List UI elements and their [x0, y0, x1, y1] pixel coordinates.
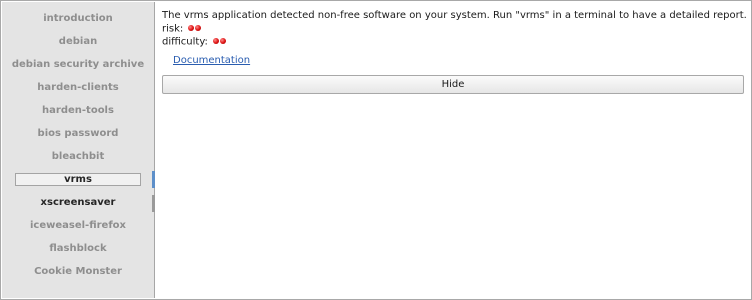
- sidebar-item-label: bios password: [37, 128, 119, 139]
- sidebar-item-label: iceweasel-firefox: [29, 220, 126, 231]
- sidebar-item-label: debian: [58, 36, 98, 47]
- hide-button[interactable]: Hide: [162, 75, 744, 94]
- description-text: The vrms application detected non-free s…: [162, 10, 747, 21]
- sidebar-item-bleachbit[interactable]: bleachbit: [2, 148, 154, 166]
- red-dot-icon: [220, 38, 227, 44]
- sidebar-item-harden-clients[interactable]: harden-clients: [2, 79, 154, 97]
- red-dot-icon: [195, 25, 202, 31]
- sidebar-item-iceweasel-firefox[interactable]: iceweasel-firefox: [2, 217, 154, 235]
- risk-label: risk:: [162, 23, 184, 35]
- difficulty-label: difficulty:: [162, 36, 208, 48]
- sidebar-item-label: bleachbit: [51, 151, 105, 162]
- documentation-link[interactable]: Documentation: [173, 55, 250, 66]
- difficulty-indicator: [213, 35, 227, 48]
- red-dot-icon: [213, 38, 220, 44]
- sidebar-item-vrms[interactable]: vrms: [2, 171, 154, 189]
- sidebar-item-label: xscreensaver: [40, 197, 116, 208]
- sidebar-item-label: introduction: [43, 13, 113, 24]
- sidebar-item-debian-security-archive[interactable]: debian security archive: [2, 56, 154, 74]
- sidebar-item-label: debian security archive: [11, 59, 145, 70]
- hover-item-marker: [152, 195, 155, 212]
- active-item-marker: [152, 171, 155, 188]
- sidebar-item-label: Cookie Monster: [34, 266, 122, 277]
- detail-panel: The vrms application detected non-free s…: [162, 9, 747, 94]
- app-window: introduction debian debian security arch…: [0, 0, 752, 300]
- sidebar: introduction debian debian security arch…: [2, 2, 155, 298]
- red-dot-icon: [188, 25, 195, 31]
- risk-row: risk:: [162, 22, 744, 35]
- sidebar-item-introduction[interactable]: introduction: [2, 10, 154, 28]
- sidebar-item-harden-tools[interactable]: harden-tools: [2, 102, 154, 120]
- sidebar-item-cookie-monster[interactable]: Cookie Monster: [2, 263, 154, 281]
- sidebar-item-xscreensaver[interactable]: xscreensaver: [2, 194, 154, 212]
- difficulty-row: difficulty:: [162, 35, 744, 48]
- sidebar-item-label: vrms: [15, 173, 141, 186]
- sidebar-item-flashblock[interactable]: flashblock: [2, 240, 154, 258]
- risk-indicator: [188, 22, 202, 35]
- sidebar-item-debian[interactable]: debian: [2, 33, 154, 51]
- sidebar-item-label: flashblock: [49, 243, 107, 254]
- sidebar-item-label: harden-tools: [42, 105, 114, 116]
- sidebar-item-label: harden-clients: [37, 82, 119, 93]
- sidebar-item-bios-password[interactable]: bios password: [2, 125, 154, 143]
